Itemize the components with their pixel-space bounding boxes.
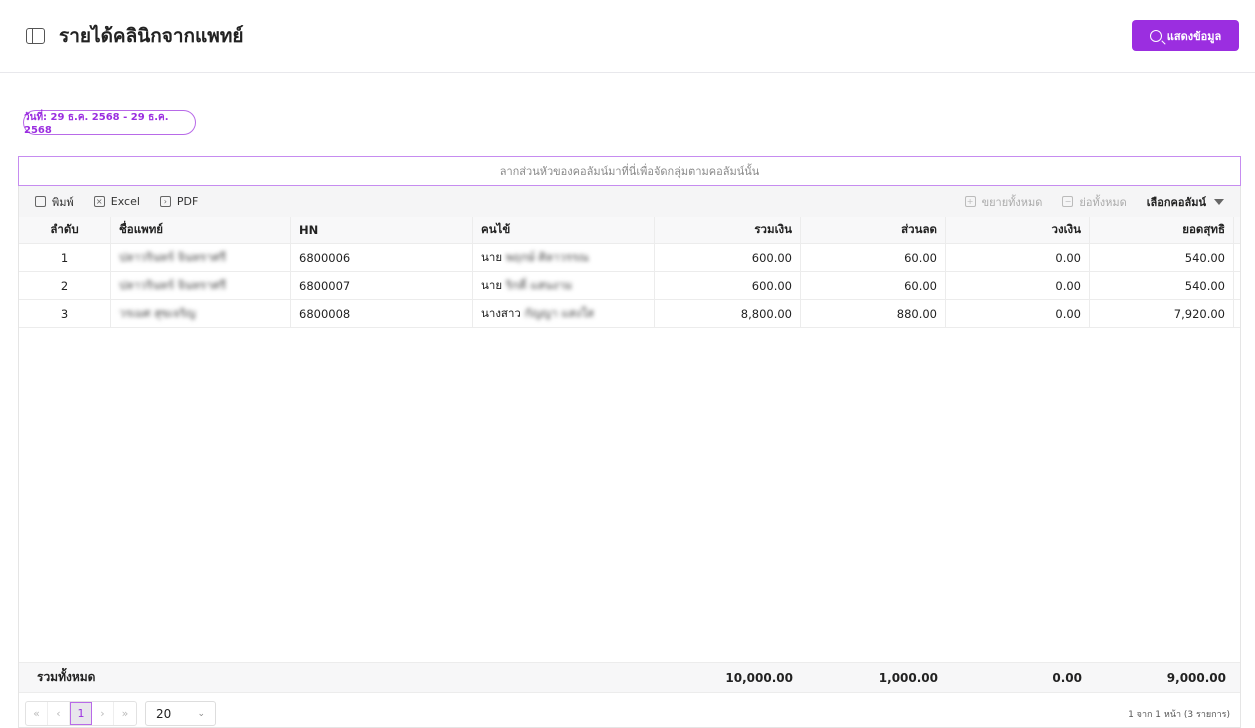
collapse-all-button[interactable]: − ย่อทั้งหมด (1062, 193, 1127, 211)
print-label: พิมพ์ (52, 195, 74, 209)
print-button[interactable]: พิมพ์ (35, 193, 74, 211)
table-row[interactable]: 2 ปลาวรินทร์ จินทราศรี 6800007 นาย ริกคี่ แ… (19, 272, 1240, 300)
cell-index: 2 (19, 272, 111, 299)
search-icon (1149, 29, 1162, 42)
show-data-button[interactable]: แสดงข้อมูล (1132, 20, 1239, 51)
cell-discount: 60.00 (801, 244, 946, 271)
totals-row: รวมทั้งหมด 10,000.00 1,000.00 0.00 9,000… (19, 662, 1240, 693)
cell-doctor: ปลาวรินทร์ จินทราศรี (111, 272, 291, 299)
total-discount: 1,000.00 (878, 670, 938, 685)
patient-name: นางสาว กัญญา แสงใส (481, 305, 594, 320)
grid-toolbar: พิมพ์ × Excel › PDF + ขยายทั้งหมด − ย่อทั้งห… (19, 186, 1240, 217)
cell-index: 3 (19, 300, 111, 327)
chevron-down-icon: ⌄ (197, 708, 205, 719)
total-sum: 10,000.00 (725, 670, 793, 685)
cell-patient: นางสาว กัญญา แสงใส (473, 300, 655, 327)
cell-patient: นาย พฤกษ์ ศิลาวรรณ (473, 244, 655, 271)
excel-icon: × (93, 196, 105, 207)
expand-all-label: ขยายทั้งหมด (981, 195, 1043, 209)
column-header-index[interactable]: ลำดับ (19, 217, 111, 243)
cell-net: 7,920.00 (1090, 300, 1234, 327)
page-size-value: 20 (156, 706, 172, 721)
column-header-net[interactable]: ยอดสุทธิ (1090, 217, 1234, 243)
page-header: รายได้คลินิกจากแพทย์ แสดงข้อมูล (0, 0, 1255, 73)
cell-hn: 6800008 (291, 300, 473, 327)
data-grid: ลากส่วนหัวของคอลัมน์มาที่นี่เพื่อจัดกลุ่… (18, 156, 1241, 728)
pdf-label: PDF (176, 195, 199, 208)
cell-hn: 6800007 (291, 272, 473, 299)
patient-name: นาย ริกคี่ แสนงาม (481, 277, 573, 292)
page-title: รายได้คลินิกจากแพทย์ (59, 25, 244, 47)
patient-name: นาย พฤกษ์ ศิลาวรรณ (481, 249, 589, 264)
doctor-name: ปลาวรินทร์ จินทราศรี (119, 277, 227, 292)
cell-net: 540.00 (1090, 272, 1234, 299)
cell-doctor: วรเมศ สุขเจริญ (111, 300, 291, 327)
column-header-doctor[interactable]: ชื่อแพทย์ (111, 217, 291, 243)
cell-sum: 600.00 (655, 244, 801, 271)
column-header-patient[interactable]: คนไข้ (473, 217, 655, 243)
next-page-button[interactable]: › (92, 702, 114, 725)
cell-discount: 60.00 (801, 272, 946, 299)
column-header-discount[interactable]: ส่วนลด (801, 217, 946, 243)
total-net: 9,000.00 (1166, 670, 1226, 685)
prev-page-button[interactable]: ‹ (48, 702, 70, 725)
cell-limit: 0.00 (946, 272, 1090, 299)
expand-icon: + (964, 196, 976, 207)
collapse-all-label: ย่อทั้งหมด (1079, 195, 1127, 209)
table-row[interactable]: 1 ปลาวรินทร์ จินทราศรี 6800006 นาย พฤกษ์ ศิ… (19, 244, 1240, 272)
cell-index: 1 (19, 244, 111, 271)
totals-label: รวมทั้งหมด (37, 670, 96, 684)
first-page-button[interactable]: « (26, 702, 48, 725)
page-info: 1 จาก 1 หน้า (3 รายการ) (1128, 710, 1230, 720)
column-header-sum[interactable]: รวมเงิน (655, 217, 801, 243)
cell-hn: 6800006 (291, 244, 473, 271)
column-header-hn[interactable]: HN (291, 217, 473, 243)
pagination: « ‹ 1 › » 20 ⌄ (25, 701, 216, 726)
cell-sum: 600.00 (655, 272, 801, 299)
choose-columns-label: เลือกคอลัมน์ (1146, 195, 1206, 209)
sidebar-toggle-icon[interactable] (26, 28, 45, 44)
show-data-label: แสดงข้อมูล (1166, 29, 1222, 43)
pdf-button[interactable]: › PDF (159, 195, 199, 208)
caret-down-icon (1214, 198, 1224, 205)
doctor-name: วรเมศ สุขเจริญ (119, 305, 196, 320)
excel-label: Excel (110, 195, 140, 208)
choose-columns-dropdown[interactable]: เลือกคอลัมน์ (1147, 193, 1224, 211)
page-1-button[interactable]: 1 (70, 702, 92, 725)
cell-patient: นาย ริกคี่ แสนงาม (473, 272, 655, 299)
pdf-icon: › (159, 196, 171, 207)
group-panel[interactable]: ลากส่วนหัวของคอลัมน์มาที่นี่เพื่อจัดกลุ่… (18, 156, 1241, 186)
page-size-select[interactable]: 20 ⌄ (145, 701, 216, 726)
printer-icon (35, 196, 46, 207)
doctor-name: ปลาวรินทร์ จินทราศรี (119, 249, 227, 264)
column-header-limit[interactable]: วงเงิน (946, 217, 1090, 243)
total-limit: 0.00 (1052, 670, 1082, 685)
cell-limit: 0.00 (946, 244, 1090, 271)
last-page-button[interactable]: » (114, 702, 136, 725)
cell-limit: 0.00 (946, 300, 1090, 327)
expand-all-button[interactable]: + ขยายทั้งหมด (964, 193, 1043, 211)
date-filter-badge[interactable]: วันที่: 29 ธ.ค. 2568 - 29 ธ.ค. 2568 (23, 110, 196, 136)
collapse-icon: − (1062, 196, 1074, 207)
cell-sum: 8,800.00 (655, 300, 801, 327)
excel-button[interactable]: × Excel (93, 195, 140, 208)
cell-discount: 880.00 (801, 300, 946, 327)
cell-doctor: ปลาวรินทร์ จินทราศรี (111, 244, 291, 271)
cell-net: 540.00 (1090, 244, 1234, 271)
table-row[interactable]: 3 วรเมศ สุขเจริญ 6800008 นางสาว กัญญา แสงใส… (19, 300, 1240, 328)
table-header-row: ลำดับ ชื่อแพทย์ HN คนไข้ รวมเงิน ส่วนลด … (19, 217, 1240, 244)
